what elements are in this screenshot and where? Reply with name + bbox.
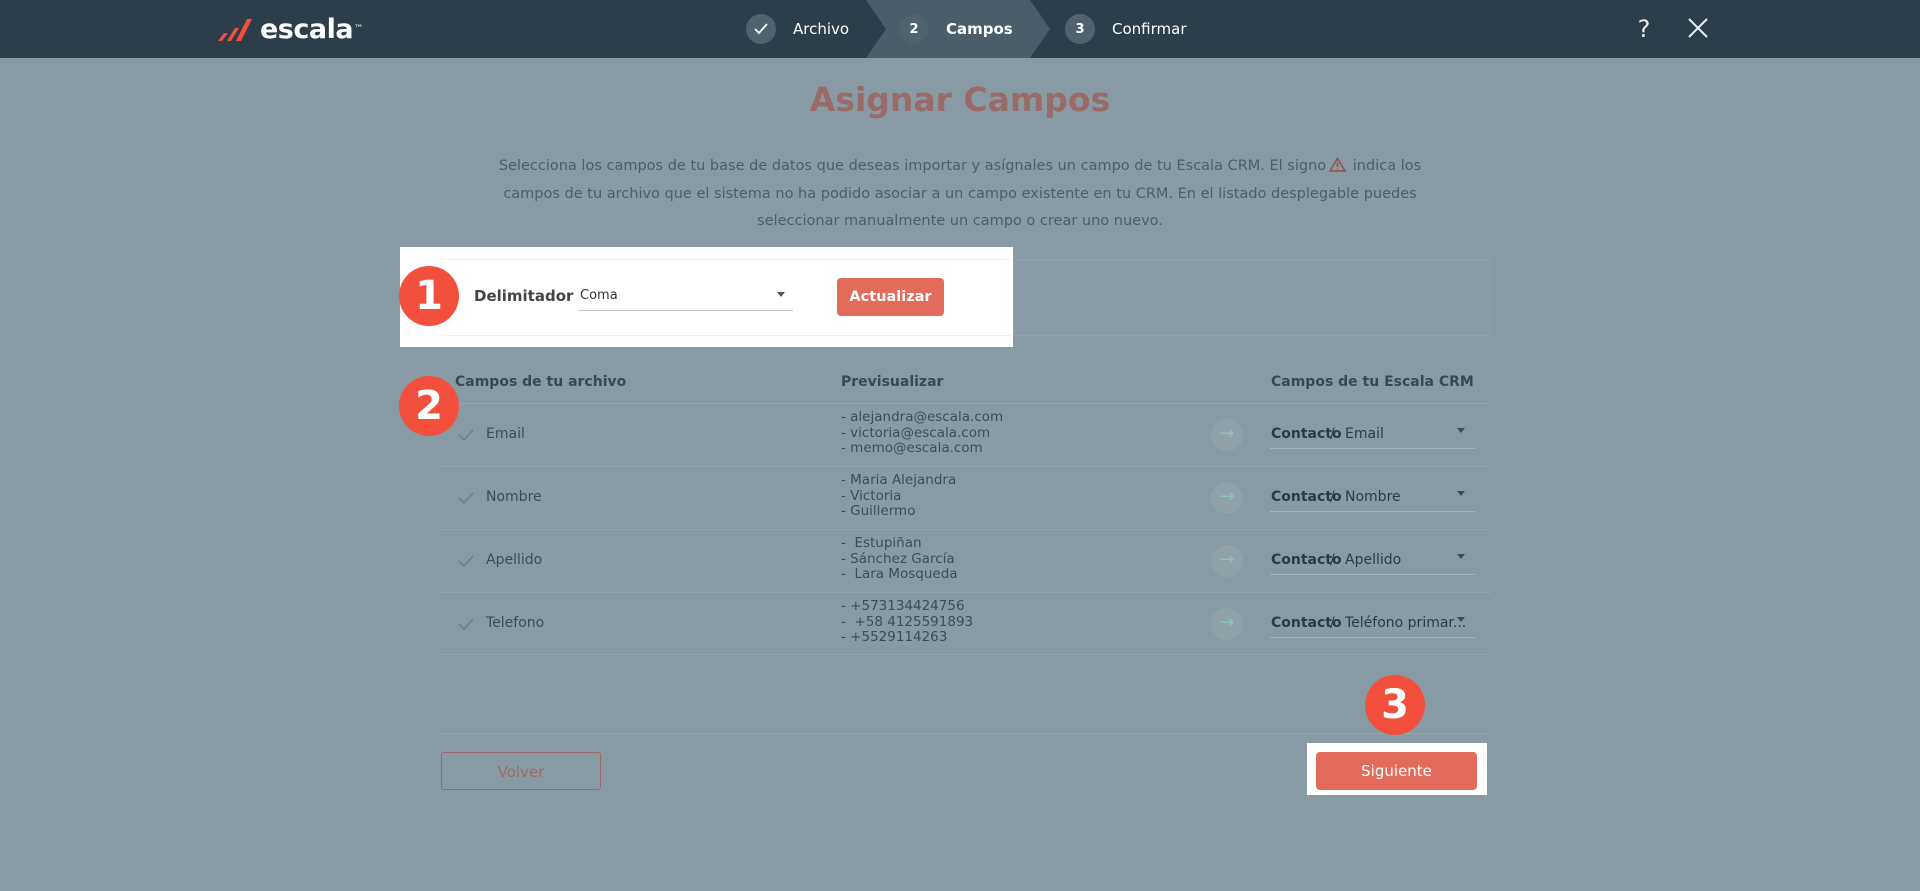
crm-field-select[interactable]: Contacto / Apellido (1270, 544, 1475, 575)
crm-field-select[interactable]: Contacto / Email (1270, 418, 1475, 449)
preview-values: - alejandra@escala.com - victoria@escala.… (841, 409, 1004, 457)
step-marker-3: 3 (1365, 675, 1425, 735)
step-marker-1: 1 (399, 266, 459, 326)
crm-separator: / (1330, 489, 1335, 505)
step-confirmar[interactable]: 3 Confirmar (1065, 14, 1186, 44)
preview-values: - +573134424756- +58 4125591893- +552911… (841, 598, 974, 646)
step-archivo[interactable]: Archivo (746, 14, 849, 44)
preview-line: - Guillermo (841, 503, 916, 519)
table-row: Email - alejandra@escala.com - victoria@e… (441, 403, 1491, 466)
escala-logo-icon (218, 19, 252, 41)
table-row: Nombre - Maria Alejandra - Victoria - Guil… (441, 466, 1491, 529)
arrow-right-icon: → (1211, 482, 1243, 514)
preview-values: - Maria Alejandra - Victoria - Guillermo (841, 472, 957, 520)
close-icon[interactable] (1686, 16, 1710, 40)
table-row: Apellido - Estupiñan - Sánchez García - La… (441, 529, 1491, 592)
update-button[interactable]: Actualizar (837, 278, 944, 316)
crm-field: Apellido (1345, 552, 1402, 568)
crm-field: Email (1345, 426, 1384, 442)
file-field-name: Apellido (486, 552, 543, 568)
table-row: Telefono - +573134424756- +58 4125591893… (441, 592, 1491, 655)
preview-line: - Sánchez García (841, 550, 955, 567)
arrow-right-icon: → (1211, 545, 1243, 577)
step-campos[interactable]: 2 Campos (899, 14, 1013, 44)
file-field-name: Telefono (486, 615, 545, 631)
file-field-name: Nombre (486, 489, 542, 505)
logo-text: escala (260, 13, 354, 45)
crm-field-select[interactable]: Contacto / Nombre (1270, 481, 1475, 512)
step-done-check-icon (746, 14, 776, 44)
caret-down-icon (1457, 428, 1465, 433)
intro-text: Selecciona los campos de tu base de dato… (480, 153, 1440, 236)
preview-line: - Maria Alejandra (841, 472, 957, 488)
crm-field: Teléfono primar... (1345, 615, 1467, 631)
back-button[interactable]: Volver (441, 752, 601, 790)
logo-trademark: ™ (354, 24, 364, 34)
wizard-steps: Archivo 2 Campos 3 Confirmar (730, 0, 1200, 58)
preview-line: - memo@escala.com (841, 440, 983, 456)
crm-separator: / (1330, 426, 1335, 442)
preview-line: - victoria@escala.com (841, 424, 991, 441)
delimiter-label: Delimitador (474, 287, 574, 305)
caret-down-icon (1457, 617, 1465, 622)
delimiter-value: Coma (580, 288, 618, 303)
intro-text-part1: Selecciona los campos de tu base de dato… (498, 158, 1327, 174)
footer-divider (441, 733, 1491, 734)
caret-down-icon (1457, 491, 1465, 496)
step-label: Confirmar (1112, 20, 1187, 38)
preview-line: - Victoria (841, 487, 902, 504)
step-marker-2: 2 (399, 376, 459, 436)
warning-icon (1329, 157, 1347, 172)
column-header-preview: Previsualizar (841, 374, 944, 390)
table-bottom-border (441, 654, 1491, 655)
step-label: Archivo (793, 20, 850, 38)
crm-separator: / (1330, 552, 1335, 568)
crm-field: Nombre (1345, 489, 1401, 505)
preview-line: - +5529114263 (841, 629, 948, 645)
preview-values: - Estupiñan - Sánchez García - Lara Mosque… (841, 535, 958, 583)
check-icon (458, 492, 474, 505)
crm-field-select[interactable]: Contacto / Teléfono primar... (1270, 607, 1475, 638)
column-header-crm-fields: Campos de tu Escala CRM (1271, 374, 1474, 390)
caret-down-icon (777, 292, 785, 297)
file-field-name: Email (486, 426, 525, 442)
step-label: Campos (946, 20, 1013, 38)
caret-down-icon (1457, 554, 1465, 559)
check-icon (458, 555, 474, 568)
step-number: 3 (1065, 14, 1095, 44)
page-title: Asignar Campos (809, 80, 1111, 119)
crm-separator: / (1330, 615, 1335, 631)
question-icon: ? (1637, 15, 1651, 43)
top-bar: escala ™ Archivo 2 Campos 3 Confirmar ? (0, 0, 1920, 58)
preview-line: - +573134424756 (841, 598, 965, 614)
escala-logo[interactable]: escala ™ (216, 12, 363, 46)
delimiter-select[interactable]: Coma (578, 283, 793, 311)
preview-line: - Estupiñan (841, 535, 922, 551)
preview-line: - +58 4125591893 (841, 613, 974, 630)
step-number: 2 (899, 14, 929, 44)
preview-line: - Lara Mosqueda (841, 566, 958, 582)
next-button[interactable]: Siguiente (1316, 752, 1477, 790)
arrow-right-icon: → (1211, 419, 1243, 451)
check-icon (458, 618, 474, 631)
check-icon (458, 429, 474, 442)
column-header-file-fields: Campos de tu archivo (455, 374, 627, 390)
arrow-right-icon: → (1211, 608, 1243, 640)
preview-line: - alejandra@escala.com (841, 409, 1004, 425)
help-button[interactable]: ? (1634, 12, 1654, 46)
